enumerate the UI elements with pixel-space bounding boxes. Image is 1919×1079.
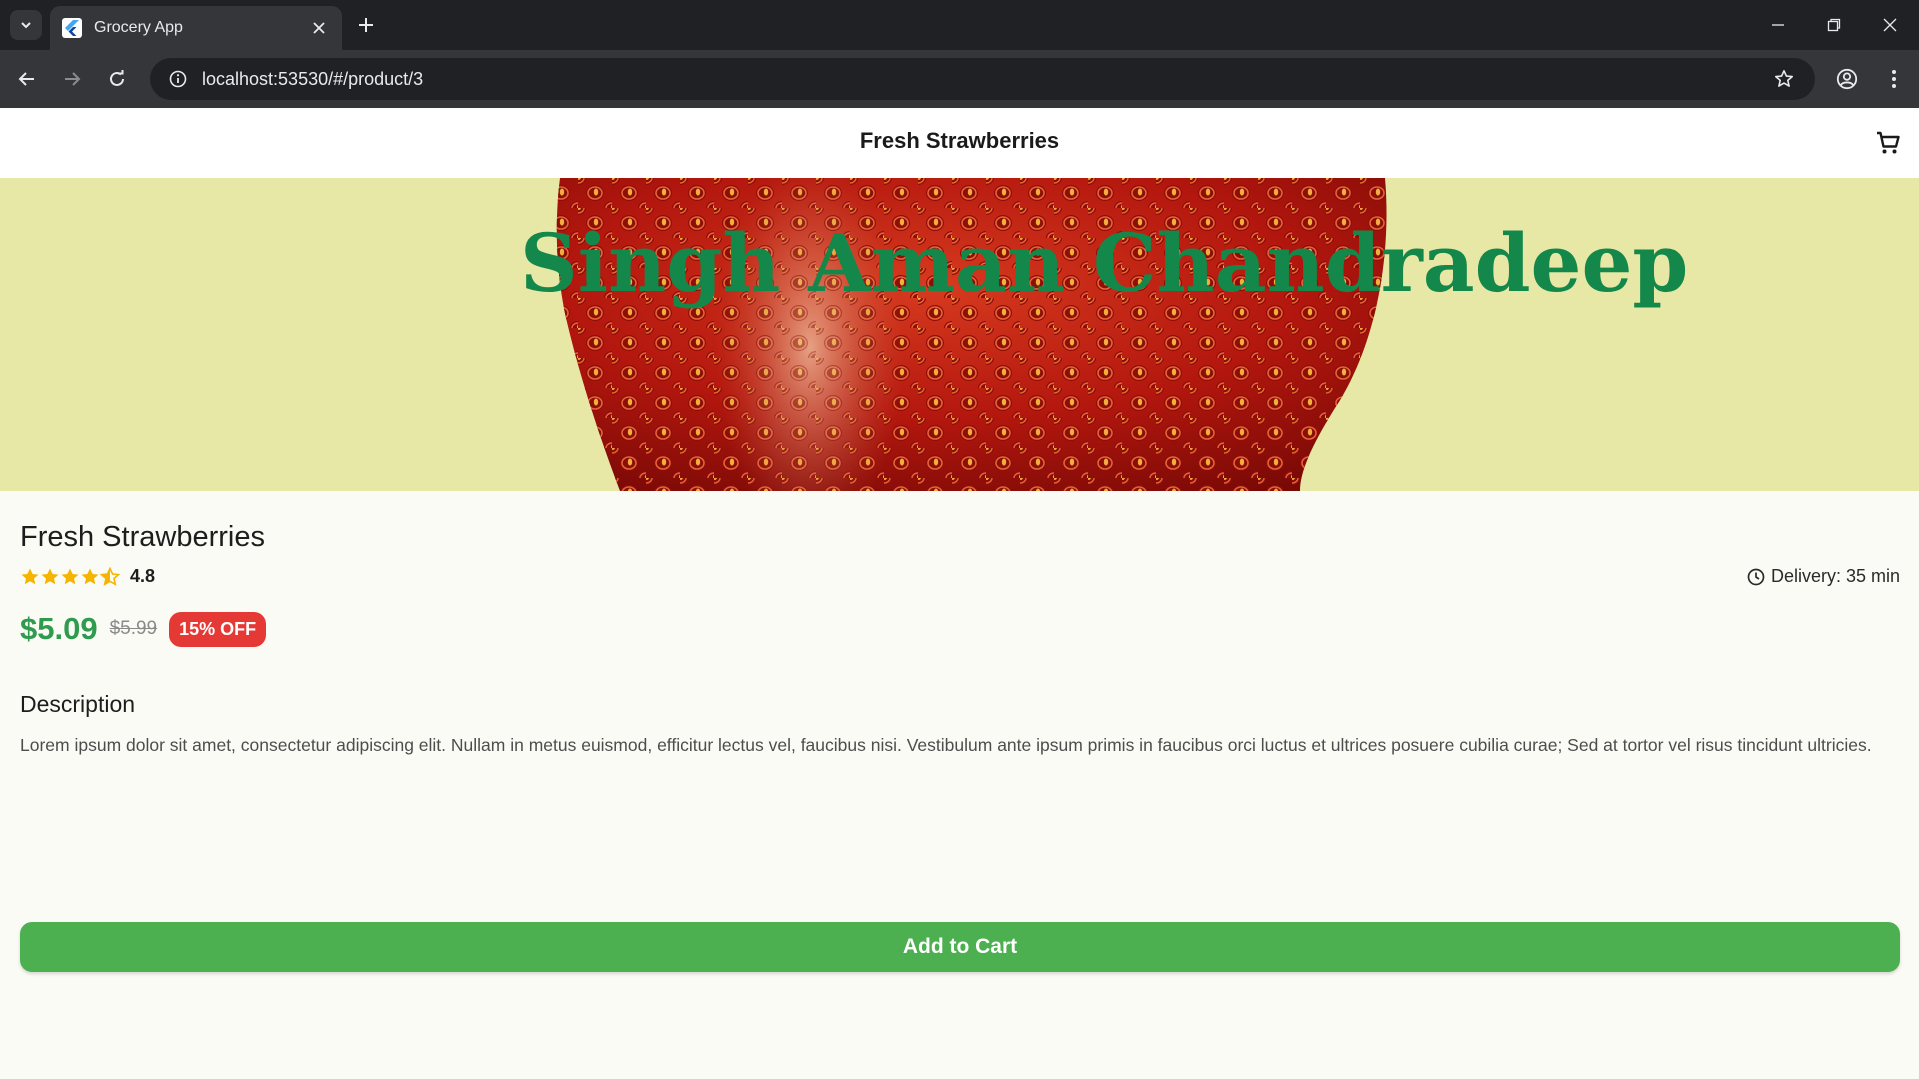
rating-row: 4.8 (20, 566, 155, 587)
product-name: Fresh Strawberries (20, 521, 265, 553)
close-tab-icon[interactable] (308, 17, 330, 39)
delivery-text: Delivery: 35 min (1770, 566, 1900, 586)
chevron-down-icon (21, 22, 31, 29)
current-price: $5.09 (20, 611, 98, 646)
description-heading: Description (20, 691, 136, 717)
app-bar: Fresh Strawberries (0, 108, 1919, 178)
star-filled-icon (21, 568, 39, 584)
page-title: Fresh Strawberries (859, 128, 1060, 153)
back-button[interactable] (10, 62, 44, 96)
reload-icon (110, 70, 124, 86)
star-filled-icon (41, 568, 59, 584)
arrow-right-icon (65, 72, 81, 86)
site-info-icon[interactable] (158, 70, 198, 88)
star-filled-icon (81, 568, 99, 584)
reload-button[interactable] (100, 62, 134, 96)
browser-toolbar: localhost:53530/#/product/3 (0, 50, 1919, 108)
original-price: $5.99 (109, 618, 158, 639)
add-to-cart-button[interactable]: Add to Cart (20, 922, 1900, 972)
browser-tab[interactable]: Grocery App (50, 6, 342, 50)
arrow-left-icon (18, 72, 34, 86)
restore-icon (1827, 18, 1841, 32)
bookmark-star-icon[interactable] (1763, 69, 1805, 89)
close-window-button[interactable] (1862, 0, 1918, 50)
cart-button[interactable] (1869, 124, 1907, 162)
browser-tabstrip: Grocery App (0, 0, 1919, 50)
tab-search-button[interactable] (10, 10, 42, 40)
url-text[interactable]: localhost:53530/#/product/3 (198, 69, 1763, 90)
delivery-info: Delivery: 35 min (1747, 566, 1900, 587)
description-text: Lorem ipsum dolor sit amet, consectetur … (20, 735, 1872, 755)
plus-icon (359, 18, 373, 32)
watermark-text: Singh Aman Chandradeep (520, 216, 1689, 310)
kebab-menu-icon (1892, 70, 1896, 88)
rating-value: 4.8 (130, 566, 156, 586)
minimize-icon (1772, 24, 1784, 26)
new-tab-button[interactable] (350, 10, 382, 40)
flutter-icon (62, 18, 82, 38)
menu-button[interactable] (1877, 62, 1911, 96)
tab-title: Grocery App (94, 19, 183, 36)
cart-icon (1877, 131, 1900, 154)
restore-button[interactable] (1806, 0, 1862, 50)
close-icon (1883, 18, 1897, 32)
discount-badge: 15% OFF (169, 611, 267, 647)
star-half-icon (100, 566, 120, 586)
account-icon (1836, 68, 1858, 90)
forward-button[interactable] (55, 62, 89, 96)
price-row: $5.09 $5.99 15% OFF (20, 611, 267, 647)
address-bar[interactable]: localhost:53530/#/product/3 (150, 58, 1815, 100)
minimize-button[interactable] (1750, 0, 1806, 50)
star-filled-icon (61, 568, 79, 584)
clock-icon (1747, 568, 1765, 585)
profile-button[interactable] (1830, 62, 1864, 96)
product-page: Fresh Strawberries Fresh Strawberries 4.… (0, 108, 1919, 1079)
